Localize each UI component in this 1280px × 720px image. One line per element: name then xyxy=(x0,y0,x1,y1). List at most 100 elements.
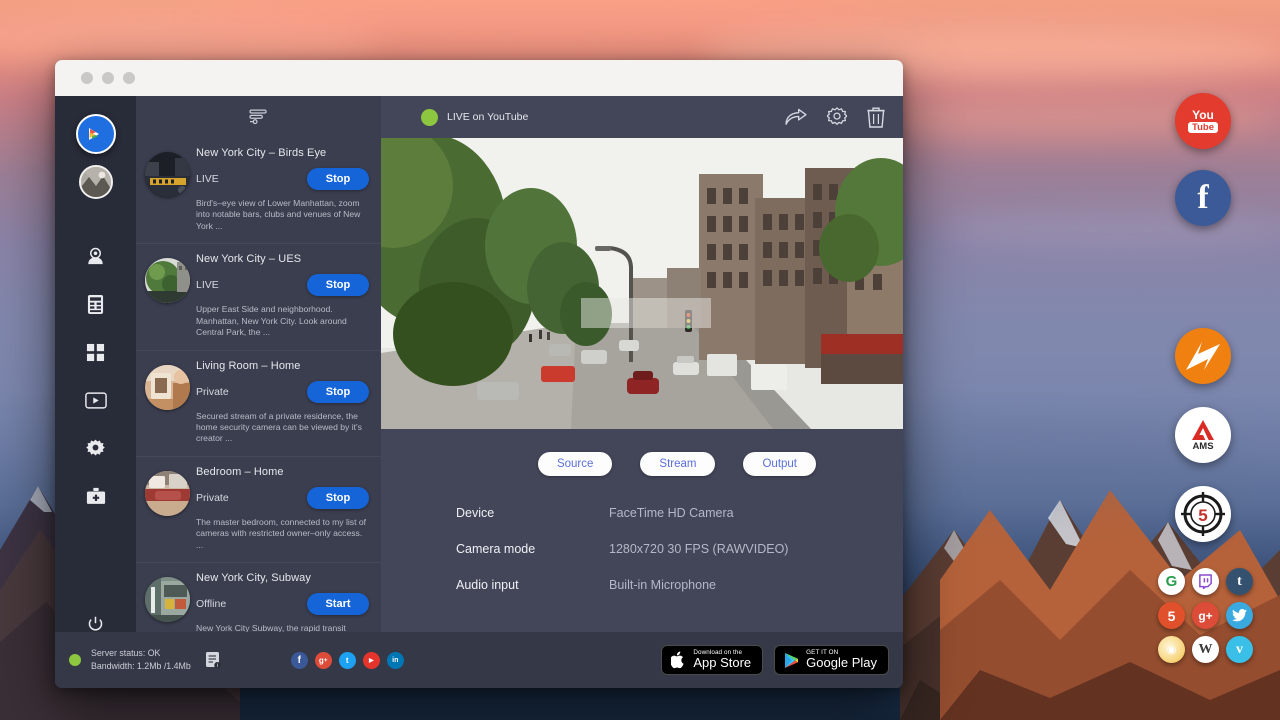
desktop-icon-five[interactable]: 5 xyxy=(1158,602,1185,629)
camera-status-row: LIVE Stop xyxy=(196,274,371,296)
camera-description: Secured stream of a private residence, t… xyxy=(196,411,371,445)
gear-icon[interactable] xyxy=(827,107,847,127)
tab-output[interactable]: Output xyxy=(743,452,816,476)
facebook-icon[interactable]: f xyxy=(291,652,308,669)
sidebar-item-app-logo[interactable] xyxy=(76,114,116,154)
camera-description: Bird's–eye view of Lower Manhattan, zoom… xyxy=(196,198,371,232)
camera-state: Private xyxy=(196,386,229,398)
camera-title: New York City, Subway xyxy=(196,572,371,584)
twitter-icon[interactable]: t xyxy=(339,652,356,669)
desktop: New York City – Birds Eye LIVE Stop Bird… xyxy=(0,0,1280,720)
filter-sort-icon[interactable] xyxy=(249,109,268,125)
vimeo-glyph: v xyxy=(1236,642,1243,658)
wordpress-glyph: W xyxy=(1199,642,1213,658)
desktop-icon-target-five[interactable]: 5 xyxy=(1175,486,1231,542)
desktop-icon-wordpress[interactable]: W xyxy=(1192,636,1219,663)
report-icon xyxy=(87,294,104,315)
google-play-badge[interactable]: GET IT ON Google Play xyxy=(774,645,889,675)
flickr-glyph: ◉ xyxy=(1167,643,1177,656)
desktop-icon-google[interactable]: G xyxy=(1158,568,1185,595)
sidebar-item-cameras[interactable] xyxy=(76,236,116,276)
apple-icon xyxy=(671,651,686,669)
desktop-icon-tumblr[interactable]: t xyxy=(1226,568,1253,595)
sidebar-item-user-avatar[interactable] xyxy=(76,162,116,202)
camera-action-button[interactable]: Stop xyxy=(307,487,369,509)
app-store-large: App Store xyxy=(693,656,751,670)
camera-action-button[interactable]: Start xyxy=(307,593,369,615)
camera-list-item[interactable]: Living Room – Home Private Stop Secured … xyxy=(136,351,381,457)
tv-icon xyxy=(85,392,107,409)
live-status-label: LIVE on YouTube xyxy=(447,111,528,123)
spec-row: Audio input Built-in Microphone xyxy=(456,578,903,592)
camera-action-button[interactable]: Stop xyxy=(307,381,369,403)
status-bar: Server status: OK Bandwidth: 1.2Mb /1.4M… xyxy=(55,632,903,688)
camera-status-row: LIVE Stop xyxy=(196,168,371,190)
linkedin-icon[interactable]: in xyxy=(387,652,404,669)
avatar-icon xyxy=(79,165,113,199)
minimize-button[interactable] xyxy=(102,72,114,84)
camera-description: The master bedroom, connected to my list… xyxy=(196,517,371,551)
server-status-dot xyxy=(69,654,81,666)
camera-thumbnail xyxy=(145,258,190,303)
svg-text:i: i xyxy=(217,663,218,669)
grid-icon xyxy=(86,343,105,362)
app-store-badges: Download on the App Store GET IT ON G xyxy=(661,645,889,675)
google-plus-icon[interactable]: g+ xyxy=(315,652,332,669)
desktop-icon-twitch[interactable] xyxy=(1192,568,1219,595)
share-arrow-icon[interactable] xyxy=(785,108,807,126)
desktop-icon-flickr[interactable]: ◉ xyxy=(1158,636,1185,663)
sidebar-item-settings[interactable] xyxy=(76,428,116,468)
tab-stream[interactable]: Stream xyxy=(640,452,715,476)
desktop-icon-youtube[interactable]: You Tube xyxy=(1175,93,1231,149)
sidebar-item-dashboard[interactable] xyxy=(76,332,116,372)
camera-action-button[interactable]: Stop xyxy=(307,274,369,296)
desktop-icon-twitter[interactable] xyxy=(1226,602,1253,629)
window-titlebar xyxy=(55,60,903,96)
camera-thumbnail xyxy=(145,577,190,622)
camera-list-item[interactable]: New York City – Birds Eye LIVE Stop Bird… xyxy=(136,138,381,244)
trash-icon[interactable] xyxy=(867,107,885,128)
tab-source[interactable]: Source xyxy=(538,452,612,476)
camera-action-button[interactable]: Stop xyxy=(307,168,369,190)
youtube-icon[interactable]: ▶ xyxy=(363,652,380,669)
youtube-top-label: You xyxy=(1192,109,1214,121)
document-info-icon[interactable]: i xyxy=(205,651,221,669)
toolbox-icon xyxy=(86,487,106,505)
camera-list-item[interactable]: New York City – UES LIVE Stop Upper East… xyxy=(136,244,381,350)
camera-description: Upper East Side and neighborhood. Manhat… xyxy=(196,304,371,338)
spec-label: Camera mode xyxy=(456,542,609,556)
app-body: New York City – Birds Eye LIVE Stop Bird… xyxy=(55,96,903,688)
spec-label: Device xyxy=(456,506,609,520)
twitter-bird-icon xyxy=(1232,609,1247,622)
camera-title: New York City – Birds Eye xyxy=(196,147,371,159)
app-store-text: Download on the App Store xyxy=(693,650,751,670)
desktop-icon-winamp[interactable] xyxy=(1175,328,1231,384)
desktop-icon-vimeo[interactable]: v xyxy=(1226,636,1253,663)
sidebar-item-broadcast[interactable] xyxy=(76,380,116,420)
camera-list-item[interactable]: Bedroom – Home Private Stop The master b… xyxy=(136,457,381,563)
sidebar-item-toolkit[interactable] xyxy=(76,476,116,516)
close-button[interactable] xyxy=(81,72,93,84)
desktop-icon-facebook[interactable]: f xyxy=(1175,170,1231,226)
bandwidth-line: Bandwidth: 1.2Mb /1.4Mb xyxy=(91,660,191,673)
video-preview[interactable] xyxy=(381,138,903,429)
camera-list: New York City – Birds Eye LIVE Stop Bird… xyxy=(136,138,381,688)
power-icon xyxy=(87,616,104,633)
five-glyph: 5 xyxy=(1168,608,1176,624)
spec-label: Audio input xyxy=(456,578,609,592)
live-status-badge: LIVE on YouTube xyxy=(421,109,528,126)
server-status-text: Server status: OK Bandwidth: 1.2Mb /1.4M… xyxy=(91,647,191,673)
spec-value: FaceTime HD Camera xyxy=(609,506,734,520)
maximize-button[interactable] xyxy=(123,72,135,84)
desktop-icon-adobe-ams[interactable]: AMS xyxy=(1175,407,1231,463)
google-play-large: Google Play xyxy=(806,656,877,670)
camera-state: LIVE xyxy=(196,279,219,291)
main-toolbar: LIVE on YouTube xyxy=(381,96,903,138)
camera-list-panel: New York City – Birds Eye LIVE Stop Bird… xyxy=(136,96,381,688)
sidebar-item-reports[interactable] xyxy=(76,284,116,324)
desktop-icon-google-plus[interactable]: g+ xyxy=(1192,602,1219,629)
app-store-badge[interactable]: Download on the App Store xyxy=(661,645,763,675)
camera-status-row: Offline Start xyxy=(196,593,371,615)
toolbar-actions xyxy=(785,107,885,128)
camera-thumbnail xyxy=(145,152,190,197)
